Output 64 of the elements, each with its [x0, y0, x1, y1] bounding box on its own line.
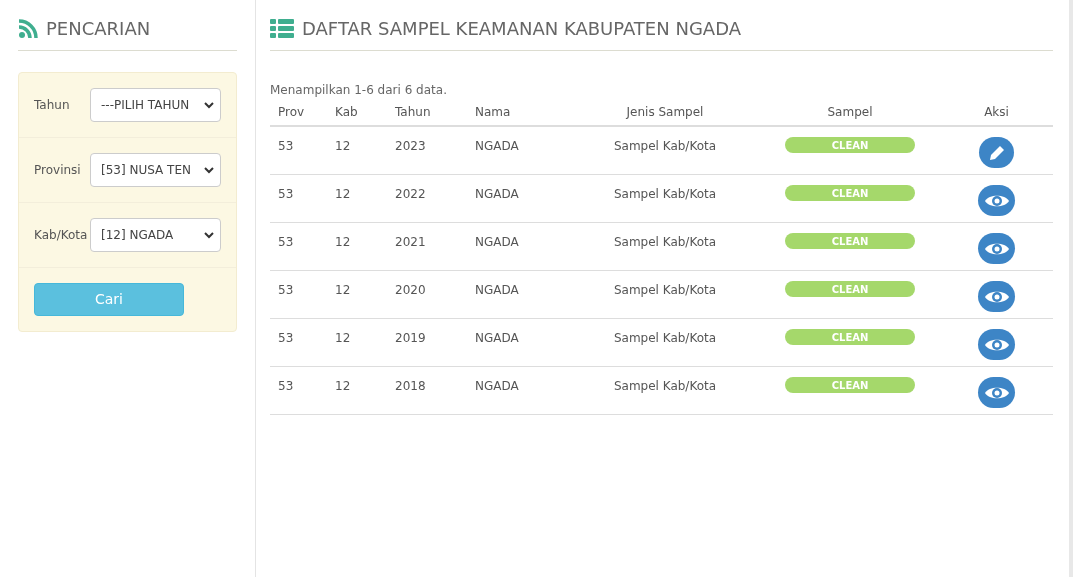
table-cell: NGADA [475, 139, 519, 153]
table-cell: 53 [278, 379, 294, 393]
table-cell: 53 [278, 283, 294, 297]
view-button[interactable] [978, 185, 1015, 216]
table-cell: NGADA [475, 235, 519, 249]
panel-title: PENCARIAN [46, 17, 151, 41]
table-cell: 12 [335, 331, 351, 345]
view-button[interactable] [978, 281, 1015, 312]
table-cell: Sampel Kab/Kota [613, 235, 717, 249]
table-cell: 2019 [395, 331, 426, 345]
view-button[interactable] [978, 233, 1015, 264]
table-cell: 2023 [395, 139, 426, 153]
table-cell: NGADA [475, 331, 519, 345]
summary-text: Menampilkan 1-6 dari 6 data. [270, 82, 447, 99]
field-label: Kab/Kota [34, 227, 86, 244]
column-header: Sampel [827, 105, 873, 119]
table-cell: Sampel Kab/Kota [613, 187, 717, 201]
chevron-down-icon [204, 231, 214, 239]
column-header: Aksi [984, 105, 1009, 119]
status-badge: CLEAN [785, 281, 915, 297]
edit-button[interactable] [979, 137, 1014, 168]
table-cell: NGADA [475, 379, 519, 393]
table-cell: 53 [278, 139, 294, 153]
table-cell: 2021 [395, 235, 426, 249]
table-cell: 12 [335, 139, 351, 153]
table-cell: 53 [278, 331, 294, 345]
select-field[interactable]: [53] NUSA TEN [90, 153, 221, 187]
table-cell: NGADA [475, 187, 519, 201]
column-header: Jenis Sampel [626, 105, 704, 119]
table-cell: Sampel Kab/Kota [613, 139, 717, 153]
rss-icon [18, 18, 38, 39]
view-button[interactable] [978, 377, 1015, 408]
table-cell: 53 [278, 235, 294, 249]
table-cell: Sampel Kab/Kota [613, 331, 717, 345]
select-field[interactable]: [12] NGADA [90, 218, 221, 252]
status-badge: CLEAN [785, 329, 915, 345]
table-cell: Sampel Kab/Kota [613, 283, 717, 297]
table-cell: 2018 [395, 379, 426, 393]
chevron-down-icon [204, 166, 214, 174]
table-cell: NGADA [475, 283, 519, 297]
table-cell: 12 [335, 379, 351, 393]
field-label: Provinsi [34, 162, 82, 179]
status-badge: CLEAN [785, 185, 915, 201]
status-badge: CLEAN [785, 233, 915, 249]
list-icon [270, 18, 294, 39]
table-cell: 12 [335, 283, 351, 297]
pencil-icon [987, 143, 1006, 162]
select-field[interactable]: ---PILIH TAHUN [90, 88, 221, 122]
status-badge: CLEAN [785, 137, 915, 153]
view-button[interactable] [978, 329, 1015, 360]
table-cell: 12 [335, 235, 351, 249]
table-cell: 12 [335, 187, 351, 201]
column-header: Nama [475, 105, 511, 119]
column-header: Kab [335, 105, 358, 119]
column-header: Prov [278, 105, 305, 119]
table-cell: 2022 [395, 187, 426, 201]
status-badge: CLEAN [785, 377, 915, 393]
page-title: DAFTAR SAMPEL KEAMANAN KABUPATEN NGADA [302, 17, 741, 41]
table-cell: 2020 [395, 283, 426, 297]
table-cell: Sampel Kab/Kota [613, 379, 717, 393]
field-label: Tahun [34, 97, 71, 114]
column-header: Tahun [395, 105, 431, 119]
chevron-down-icon [204, 101, 214, 109]
table-cell: 53 [278, 187, 294, 201]
